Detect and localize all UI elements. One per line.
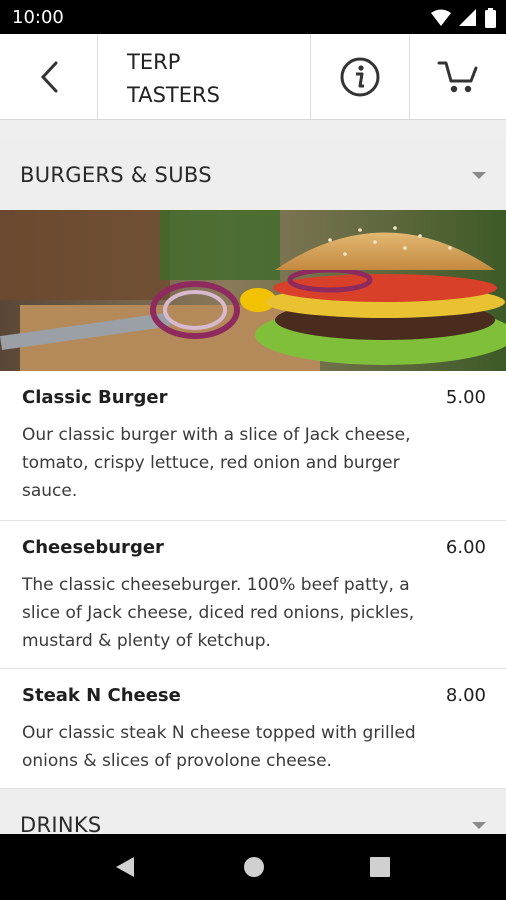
title-line-1: TERP: [127, 50, 181, 74]
item-name: Cheeseburger: [22, 537, 164, 558]
item-description: Our classic steak N cheese topped with g…: [22, 723, 416, 771]
item-name: Classic Burger: [22, 387, 168, 408]
section-header-burgers[interactable]: BURGERS & SUBS: [0, 140, 506, 210]
item-price: 6.00: [445, 537, 486, 558]
status-time: 10:00: [12, 7, 64, 28]
cart-icon: [437, 61, 478, 92]
system-nav-bar: [0, 834, 506, 900]
app-bar: TERP TASTERS: [0, 34, 506, 120]
arrow-back-icon: [40, 61, 57, 92]
chevron-down-icon: [472, 822, 486, 829]
menu-item[interactable]: Classic Burger 5.00 Our classic burger w…: [0, 371, 506, 521]
item-name: Steak N Cheese: [22, 685, 181, 706]
item-description: The classic cheeseburger. 100% beef patt…: [22, 575, 415, 651]
item-price: 8.00: [445, 685, 486, 706]
nav-back-icon[interactable]: [114, 855, 136, 879]
item-description: Our classic burger with a slice of Jack …: [22, 425, 411, 501]
menu-item[interactable]: Steak N Cheese 8.00 Our classic steak N …: [0, 669, 506, 789]
chevron-down-icon: [472, 172, 486, 179]
signal-icon: [459, 9, 476, 26]
back-button[interactable]: [0, 34, 98, 119]
menu-item[interactable]: Cheeseburger 6.00 The classic cheeseburg…: [0, 521, 506, 669]
nav-home-icon[interactable]: [242, 855, 266, 879]
status-bar: 10:00: [0, 0, 506, 34]
info-button[interactable]: [311, 34, 410, 119]
restaurant-title: TERP TASTERS: [98, 34, 311, 119]
status-icons: [431, 8, 496, 28]
cart-button[interactable]: [410, 34, 506, 119]
nav-recents-icon[interactable]: [369, 856, 391, 878]
section-title: BURGERS & SUBS: [20, 163, 212, 187]
wifi-icon: [431, 9, 451, 26]
title-line-2: TASTERS: [127, 83, 220, 107]
battery-icon: [485, 8, 496, 28]
burger-photo: [0, 210, 506, 371]
info-icon: [340, 57, 380, 96]
item-price: 5.00: [445, 387, 486, 408]
